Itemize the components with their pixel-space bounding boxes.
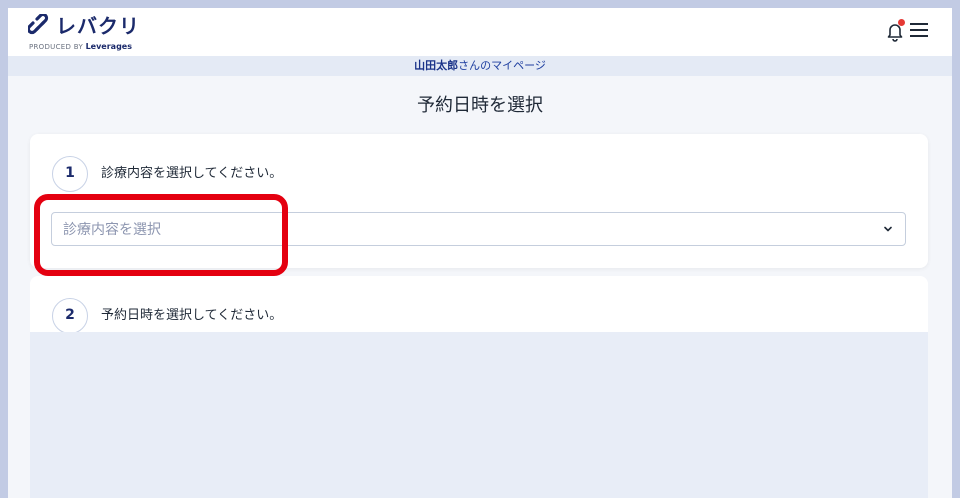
page-title: 予約日時を選択: [417, 95, 543, 116]
notification-badge: [898, 19, 905, 26]
logo-sub-prefix: PRODUCED BY: [29, 43, 84, 51]
hamburger-menu-icon[interactable]: [910, 22, 928, 38]
bell-icon[interactable]: [884, 19, 906, 42]
header: レバクリ PRODUCED BY Leverages: [8, 8, 952, 56]
logo-sub-brand: Leverages: [85, 42, 132, 51]
menu-line: [910, 23, 928, 25]
logo-text: レバクリ: [56, 14, 140, 38]
logo[interactable]: レバクリ PRODUCED BY Leverages: [28, 12, 140, 52]
treatment-select[interactable]: 診療内容を選択: [51, 212, 906, 246]
calendar-area-disabled: [30, 332, 928, 498]
step-number-1: 1: [52, 156, 88, 192]
step-card-1: 1 診療内容を選択してください。 診療内容を選択: [30, 134, 928, 268]
mypage-link[interactable]: さんのマイページ: [458, 59, 546, 72]
step-label-2: 予約日時を選択してください。: [101, 308, 283, 323]
mypage-bar: 山田太郎さんのマイページ: [8, 56, 952, 76]
step-number-2: 2: [52, 298, 88, 334]
user-name[interactable]: 山田太郎: [414, 59, 458, 72]
app-frame: レバクリ PRODUCED BY Leverages 山田太郎さんのマイページ …: [8, 8, 952, 498]
menu-line: [910, 35, 928, 37]
menu-line: [910, 29, 928, 31]
step-label-1: 診療内容を選択してください。: [101, 166, 283, 181]
step-card-2: 2 予約日時を選択してください。: [30, 276, 928, 498]
select-placeholder: 診療内容を選択: [63, 222, 161, 238]
link-logo-icon: [28, 14, 49, 35]
chevron-down-icon: [884, 226, 892, 232]
logo-subtitle: PRODUCED BY Leverages: [29, 42, 132, 52]
